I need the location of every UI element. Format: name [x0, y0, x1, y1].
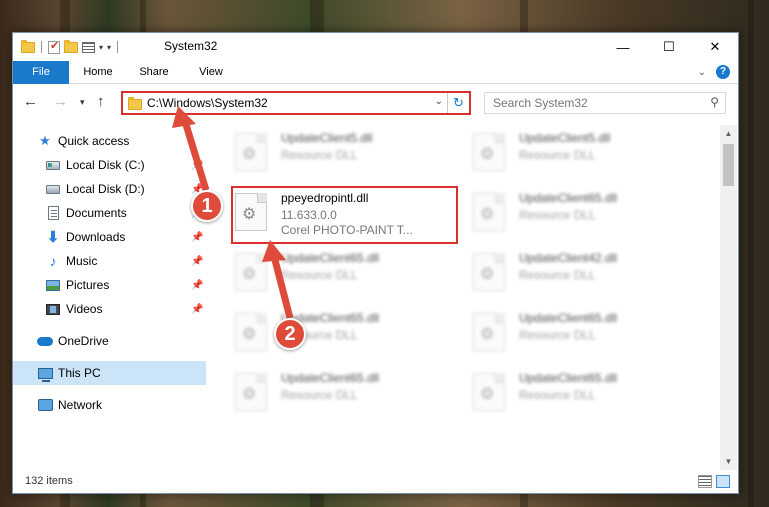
tiles-view-icon[interactable]	[716, 475, 730, 488]
music-icon: ♪	[49, 253, 57, 269]
sidebar-item-videos[interactable]: Videos 📌	[13, 297, 206, 321]
sidebar-item-downloads[interactable]: ⬇ Downloads 📌	[13, 225, 206, 249]
step-marker-1: 1	[191, 190, 223, 222]
address-dropdown-icon[interactable]: ⌄	[435, 96, 443, 107]
customize-toolbar-icon[interactable]: ▾	[107, 43, 111, 52]
vertical-scrollbar[interactable]: ▲ ▼	[720, 125, 737, 470]
file-item[interactable]: ⚙ UpdateClient5.dll Resource DLL	[207, 125, 437, 183]
pictures-icon	[45, 277, 61, 293]
file-item[interactable]: ⚙ UpdateClient65.dll Resource DLL	[207, 245, 437, 303]
close-button[interactable]: ✕	[692, 33, 738, 61]
pin-icon[interactable]: 📌	[191, 232, 203, 243]
recent-locations-icon[interactable]: ▾	[80, 97, 85, 108]
file-item[interactable]: ⚙ UpdateClient42.dll Resource DLL	[445, 245, 675, 303]
file-item[interactable]: ⚙ UpdateClient5.dll Resource DLL	[445, 125, 675, 183]
ribbon-tabs: File Home Share View ⌄ ?	[13, 61, 738, 84]
view-icon[interactable]	[82, 41, 95, 53]
network-icon	[37, 397, 53, 413]
dll-file-icon: ⚙	[235, 253, 267, 291]
refresh-icon[interactable]: ↻	[447, 93, 469, 113]
dll-file-icon: ⚙	[473, 133, 505, 171]
sidebar-item-this-pc[interactable]: This PC	[13, 361, 206, 385]
file-list: ⚙ UpdateClient5.dll Resource DLL ⚙ ppeye…	[207, 125, 720, 470]
address-path[interactable]: C:\Windows\System32	[147, 96, 268, 110]
search-input[interactable]	[485, 93, 700, 113]
drive-icon	[45, 181, 61, 197]
navigation-bar: ← → ▾ ↑ C:\Windows\System32 ⌄ ↻ ⚲	[13, 84, 738, 120]
dll-file-icon: ⚙	[473, 253, 505, 291]
step-marker-2: 2	[274, 318, 306, 350]
forward-arrow-icon[interactable]: →	[53, 93, 68, 110]
sidebar-item-music[interactable]: ♪ Music 📌	[13, 249, 206, 273]
scroll-up-icon[interactable]: ▲	[720, 125, 737, 142]
pin-icon[interactable]: 📌	[191, 304, 203, 315]
minimize-button[interactable]: —	[600, 33, 646, 61]
sidebar-item-network[interactable]: Network	[13, 393, 206, 417]
tab-home[interactable]: Home	[75, 61, 121, 84]
file-item[interactable]: ⚙ UpdateClient65.dll Resource DLL	[445, 305, 675, 363]
computer-icon	[37, 365, 53, 382]
tab-file[interactable]: File	[13, 61, 69, 84]
sidebar-item-local-disk-c[interactable]: Local Disk (C:) 📌	[13, 153, 206, 177]
file-item[interactable]: ⚙ UpdateClient65.dll Resource DLL	[207, 305, 437, 363]
help-icon[interactable]: ?	[716, 65, 730, 79]
file-item[interactable]: ⚙ UpdateClient65.dll Resource DLL	[445, 365, 675, 423]
file-item[interactable]: ⚙ UpdateClient65.dll Resource DLL	[445, 185, 675, 243]
pin-icon[interactable]: 📌	[191, 160, 203, 171]
downloads-icon: ⬇	[46, 229, 60, 246]
expand-ribbon-icon[interactable]: ⌄	[698, 67, 706, 78]
dll-file-icon: ⚙	[235, 313, 267, 351]
videos-icon	[45, 301, 61, 317]
title-bar: ▾ ▾ System32 — ☐ ✕	[13, 33, 738, 61]
back-arrow-icon[interactable]: ←	[23, 93, 38, 110]
star-icon: ★	[39, 133, 51, 148]
address-folder-icon	[128, 97, 142, 110]
dll-file-icon: ⚙	[473, 373, 505, 411]
chevron-down-icon[interactable]: ▾	[99, 43, 103, 52]
dll-file-icon: ⚙	[235, 133, 267, 171]
folder-icon	[21, 39, 35, 53]
up-arrow-icon[interactable]: ↑	[97, 93, 105, 110]
new-folder-icon[interactable]	[64, 39, 78, 53]
pin-icon[interactable]: 📌	[191, 256, 203, 267]
pin-icon[interactable]: 📌	[191, 280, 203, 291]
sidebar-item-documents[interactable]: Documents 📌	[13, 201, 206, 225]
documents-icon	[45, 205, 61, 221]
tab-view[interactable]: View	[189, 61, 233, 84]
sidebar-item-local-disk-d[interactable]: Local Disk (D:) 📌	[13, 177, 206, 201]
item-count: 132 items	[25, 475, 73, 487]
scroll-down-icon[interactable]: ▼	[720, 453, 737, 470]
details-view-icon[interactable]	[698, 475, 712, 488]
file-highlight-box	[231, 186, 458, 244]
explorer-window: ▾ ▾ System32 — ☐ ✕ File Home Share View …	[12, 32, 739, 494]
dll-file-icon: ⚙	[235, 373, 267, 411]
cloud-icon	[37, 333, 53, 349]
dll-file-icon: ⚙	[473, 193, 505, 231]
window-title: System32	[164, 39, 218, 53]
sidebar-item-pictures[interactable]: Pictures 📌	[13, 273, 206, 297]
maximize-button[interactable]: ☐	[646, 33, 692, 61]
tab-share[interactable]: Share	[131, 61, 177, 84]
search-icon[interactable]: ⚲	[710, 95, 719, 109]
quick-access-toolbar: ▾ ▾	[21, 39, 120, 55]
search-box[interactable]: ⚲	[484, 92, 726, 114]
file-item[interactable]: ⚙ UpdateClient65.dll Resource DLL	[207, 365, 437, 423]
status-bar: 132 items	[13, 471, 738, 493]
address-bar[interactable]: C:\Windows\System32 ⌄ ↻	[121, 91, 471, 115]
window-controls: — ☐ ✕	[600, 33, 738, 61]
navigation-pane: ★ Quick access Local Disk (C:) 📌 Local D…	[13, 125, 206, 470]
dll-file-icon: ⚙	[473, 313, 505, 351]
sidebar-item-quick-access[interactable]: ★ Quick access	[13, 129, 206, 153]
drive-icon	[45, 157, 61, 173]
sidebar-item-onedrive[interactable]: OneDrive	[13, 329, 206, 353]
properties-icon[interactable]	[48, 39, 60, 54]
scroll-thumb[interactable]	[723, 144, 734, 186]
